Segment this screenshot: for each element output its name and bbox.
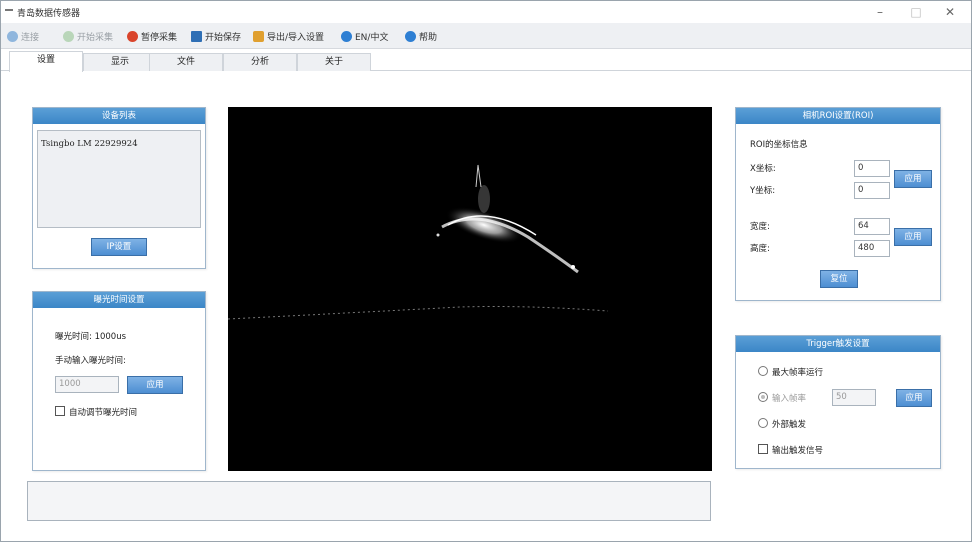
device-listbox[interactable]: Tsingbo LM 22929924 [37, 130, 201, 228]
roi-wh-apply-button[interactable]: 应用 [894, 228, 932, 246]
connect-icon [7, 30, 18, 42]
external-trigger-radio[interactable] [758, 418, 768, 428]
max-framerate-label: 最大帧率运行 [772, 368, 824, 378]
roi-width-label: 宽度: [750, 222, 770, 232]
help-button[interactable]: 帮助 [405, 29, 437, 43]
external-trigger-label: 外部触发 [772, 420, 807, 430]
framerate-input[interactable]: 50 [832, 389, 876, 406]
title-bar: 青岛数据传感器 – □ ✕ [1, 1, 971, 23]
roi-x-input[interactable]: 0 [854, 160, 890, 177]
import-export-label: 导出/导入设置 [267, 32, 325, 43]
save-icon [191, 30, 202, 42]
input-framerate-label: 输入帧率 [772, 394, 807, 404]
toolbar: 连接 开始采集 暂停采集 开始保存 导出/导入设置 EN/中文 帮助 [1, 23, 971, 49]
window-title: 青岛数据传感器 [17, 9, 81, 19]
connect-label: 连接 [21, 32, 40, 43]
max-framerate-radio[interactable] [758, 366, 768, 376]
save-button[interactable]: 开始保存 [191, 29, 241, 43]
start-capture-icon [63, 30, 74, 42]
tab-display[interactable]: 显示 [83, 53, 157, 71]
close-button[interactable]: ✕ [937, 3, 963, 21]
stop-capture-icon [127, 30, 138, 42]
roi-xy-apply-button[interactable]: 应用 [894, 170, 932, 188]
roi-y-label: Y坐标: [750, 186, 776, 196]
camera-image [228, 164, 609, 320]
start-capture-button[interactable]: 开始采集 [63, 29, 113, 43]
status-box [27, 481, 711, 521]
exposure-title: 曝光时间设置 [33, 292, 205, 308]
language-label: EN/中文 [355, 32, 389, 43]
roi-y-input[interactable]: 0 [854, 182, 890, 199]
stop-capture-label: 暂停采集 [141, 32, 178, 43]
minimize-button[interactable]: – [867, 3, 893, 21]
device-list-title: 设备列表 [33, 108, 205, 124]
roi-height-label: 高度: [750, 244, 770, 254]
auto-exposure-checkbox[interactable] [55, 406, 65, 416]
help-icon [405, 30, 416, 42]
tab-bar: 设置 显示 文件 分析 关于 [1, 49, 971, 72]
roi-title: 相机ROI设置(ROI) [736, 108, 940, 124]
connect-button[interactable]: 连接 [7, 29, 39, 43]
start-capture-label: 开始采集 [77, 32, 114, 43]
device-item[interactable]: Tsingbo LM 22929924 [41, 139, 138, 149]
roi-x-label: X坐标: [750, 164, 776, 174]
roi-reset-button[interactable]: 复位 [820, 270, 858, 288]
framerate-apply-button[interactable]: 应用 [896, 389, 932, 407]
save-label: 开始保存 [205, 32, 242, 43]
language-button[interactable]: EN/中文 [341, 29, 388, 43]
image-view[interactable] [228, 107, 712, 471]
stop-capture-button[interactable]: 暂停采集 [127, 29, 177, 43]
language-icon [341, 30, 352, 42]
roi-height-input[interactable]: 480 [854, 240, 890, 257]
tab-settings[interactable]: 设置 [9, 51, 83, 72]
main-window: 青岛数据传感器 – □ ✕ 连接 开始采集 暂停采集 开始保存 导出/导入设置 … [0, 0, 972, 542]
app-icon [5, 9, 13, 11]
exposure-time-label: 曝光时间: 1000us [55, 332, 127, 342]
input-framerate-radio[interactable] [758, 392, 768, 402]
help-label: 帮助 [419, 32, 438, 43]
trigger-panel: Trigger触发设置 最大帧率运行 输入帧率 50 应用 外部触发 输出触发信… [735, 335, 941, 469]
device-list-panel: 设备列表 Tsingbo LM 22929924 IP设置 [32, 107, 206, 269]
auto-exposure-label: 自动调节曝光时间 [69, 408, 138, 418]
import-export-button[interactable]: 导出/导入设置 [253, 29, 324, 43]
roi-info-label: ROI的坐标信息 [750, 140, 808, 150]
tab-about[interactable]: 关于 [297, 53, 371, 71]
ip-settings-button[interactable]: IP设置 [91, 238, 147, 256]
output-trigger-checkbox[interactable] [758, 444, 768, 454]
exposure-input[interactable]: 1000 [55, 376, 119, 393]
import-export-icon [253, 30, 264, 42]
tab-files[interactable]: 文件 [149, 53, 223, 71]
manual-exposure-label: 手动输入曝光时间: [55, 356, 126, 366]
trigger-title: Trigger触发设置 [736, 336, 940, 352]
tab-analysis[interactable]: 分析 [223, 53, 297, 71]
exposure-apply-button[interactable]: 应用 [127, 376, 183, 394]
roi-panel: 相机ROI设置(ROI) ROI的坐标信息 X坐标: 0 Y坐标: 0 应用 宽… [735, 107, 941, 301]
roi-width-input[interactable]: 64 [854, 218, 890, 235]
exposure-panel: 曝光时间设置 曝光时间: 1000us 手动输入曝光时间: 1000 应用 自动… [32, 291, 206, 471]
maximize-button[interactable]: □ [903, 3, 929, 21]
output-trigger-label: 输出触发信号 [772, 446, 824, 456]
